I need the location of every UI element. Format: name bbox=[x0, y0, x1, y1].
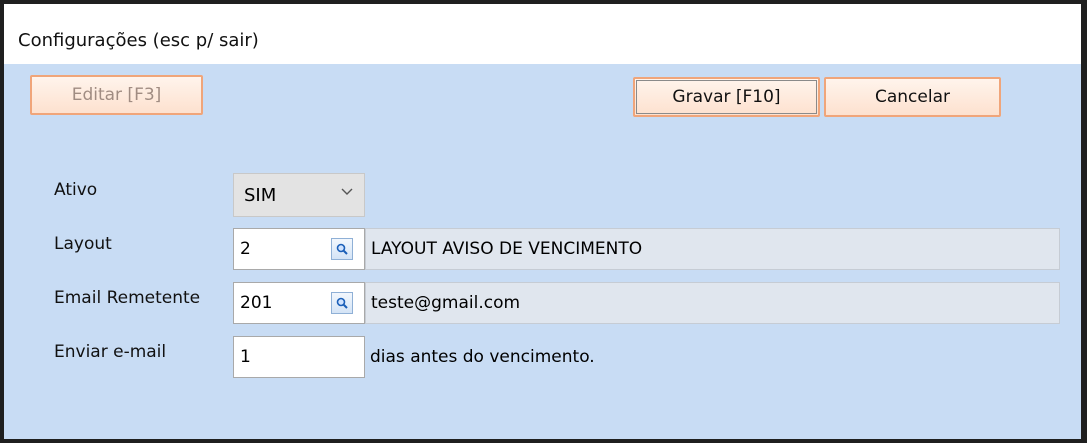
layout-code-value: 2 bbox=[240, 239, 251, 259]
window-title: Configurações (esc p/ sair) bbox=[18, 30, 259, 51]
enviar-email-days-input[interactable]: 1 bbox=[233, 336, 365, 378]
magnifier-icon[interactable] bbox=[331, 292, 353, 314]
email-remetente-description: teste@gmail.com bbox=[365, 282, 1060, 324]
layout-description-text: LAYOUT AVISO DE VENCIMENTO bbox=[371, 239, 643, 259]
cancel-button[interactable]: Cancelar bbox=[824, 77, 1001, 117]
magnifier-icon[interactable] bbox=[331, 238, 353, 260]
save-button[interactable]: Gravar [F10] bbox=[633, 77, 820, 117]
title-bar: Configurações (esc p/ sair) bbox=[4, 4, 1081, 64]
email-remetente-code-value: 201 bbox=[240, 293, 273, 313]
ativo-label: Ativo bbox=[54, 180, 98, 200]
enviar-email-suffix: dias antes do vencimento. bbox=[370, 347, 595, 367]
layout-label: Layout bbox=[54, 234, 112, 254]
config-window: Configurações (esc p/ sair) Editar [F3] … bbox=[0, 0, 1087, 443]
ativo-select[interactable]: SIM bbox=[233, 173, 365, 217]
enviar-email-days-value: 1 bbox=[240, 347, 251, 367]
email-remetente-description-text: teste@gmail.com bbox=[371, 293, 521, 313]
chevron-down-icon bbox=[340, 184, 354, 202]
enviar-email-label: Enviar e-mail bbox=[54, 342, 167, 362]
email-remetente-label: Email Remetente bbox=[54, 288, 201, 308]
layout-description: LAYOUT AVISO DE VENCIMENTO bbox=[365, 228, 1060, 270]
edit-button[interactable]: Editar [F3] bbox=[30, 75, 203, 115]
ativo-value: SIM bbox=[244, 184, 277, 206]
